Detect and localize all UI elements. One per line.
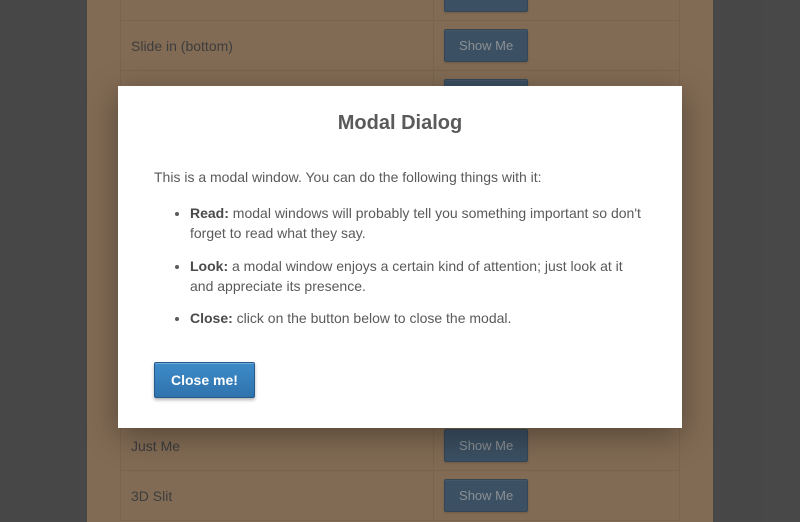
- modal-item-label: Read:: [190, 205, 229, 221]
- modal-item-text: a modal window enjoys a certain kind of …: [190, 258, 623, 294]
- modal-title: Modal Dialog: [154, 112, 646, 135]
- close-button[interactable]: Close me!: [154, 362, 255, 398]
- modal-dialog: Modal Dialog This is a modal window. You…: [118, 86, 682, 428]
- modal-list-item: Look: a modal window enjoys a certain ki…: [190, 256, 646, 297]
- modal-item-text: modal windows will probably tell you som…: [190, 205, 641, 241]
- modal-list-item: Read: modal windows will probably tell y…: [190, 203, 646, 244]
- modal-intro: This is a modal window. You can do the f…: [154, 169, 646, 185]
- modal-item-text: click on the button below to close the m…: [233, 310, 512, 326]
- modal-list-item: Close: click on the button below to clos…: [190, 308, 646, 328]
- modal-item-label: Close:: [190, 310, 233, 326]
- modal-list: Read: modal windows will probably tell y…: [154, 203, 646, 328]
- modal-item-label: Look:: [190, 258, 228, 274]
